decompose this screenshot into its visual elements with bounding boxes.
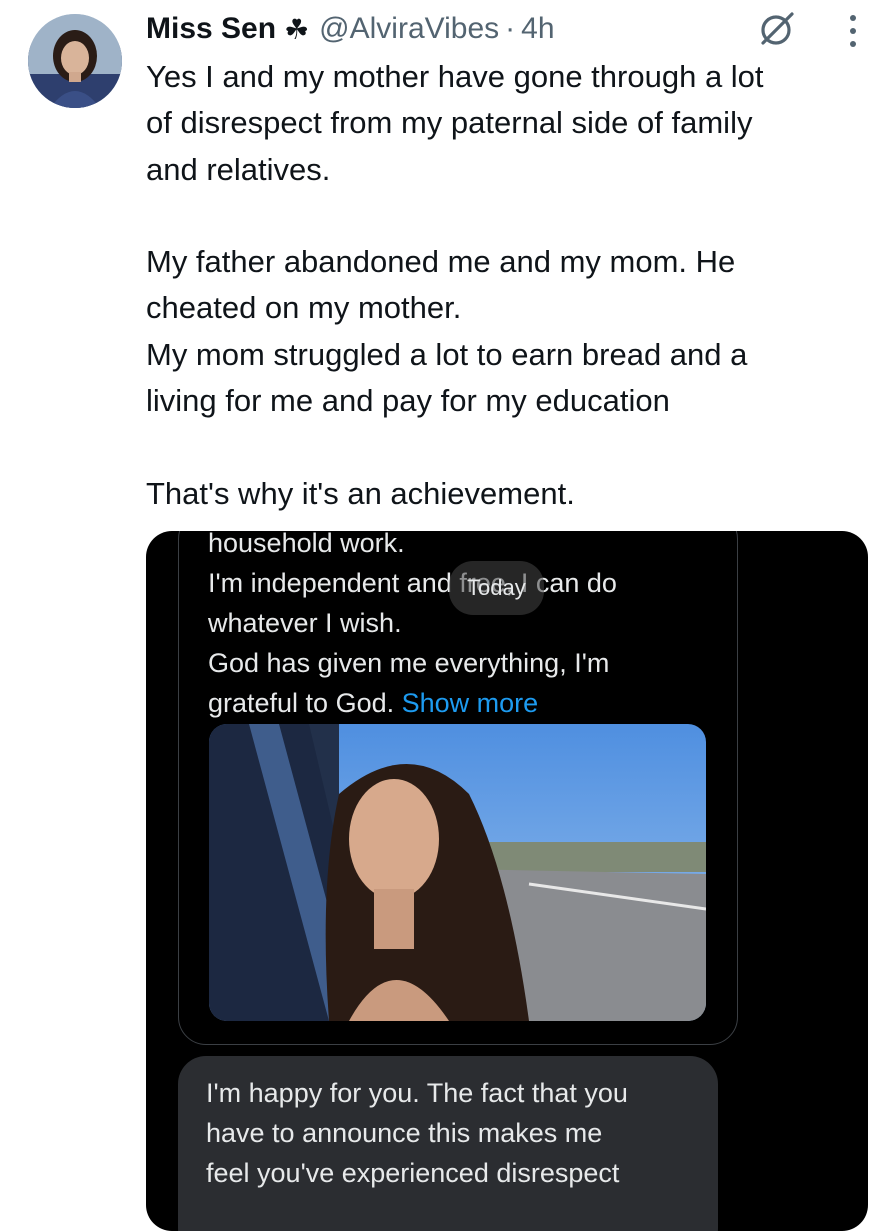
clover-badge-icon: ☘ — [284, 13, 310, 45]
author-name[interactable]: Miss Sen — [146, 12, 276, 46]
grok-icon[interactable] — [756, 10, 796, 50]
tweet-text: Yes I and my mother have gone through a … — [146, 59, 764, 511]
embedded-post-text: household work. I'm independent and free… — [208, 531, 708, 723]
embedded-line-3: God has given me everything, I'm — [208, 648, 610, 678]
reply-line-3: feel you've experienced disrespect — [206, 1158, 620, 1188]
more-vertical-icon[interactable] — [846, 14, 860, 48]
reply-line-2: have to announce this makes me — [206, 1118, 603, 1148]
embedded-line-4: grateful to God. Show more — [208, 683, 708, 723]
author-handle[interactable]: @AlviraVibes — [319, 12, 499, 46]
cut-off-line: household work. — [208, 531, 405, 558]
show-more-link[interactable]: Show more — [402, 688, 539, 718]
avatar[interactable] — [28, 14, 122, 108]
reply-message-text: I'm happy for you. The fact that you hav… — [206, 1073, 706, 1193]
embedded-photo[interactable] — [209, 724, 706, 1021]
embedded-line-4-text: grateful to God. — [208, 688, 402, 718]
date-pill: Today — [449, 561, 544, 615]
reply-line-1: I'm happy for you. The fact that you — [206, 1078, 628, 1108]
separator-dot: · — [505, 12, 516, 45]
tweet-media-screenshot[interactable]: household work. I'm independent and free… — [146, 531, 868, 1231]
timestamp[interactable]: 4h — [521, 12, 554, 46]
